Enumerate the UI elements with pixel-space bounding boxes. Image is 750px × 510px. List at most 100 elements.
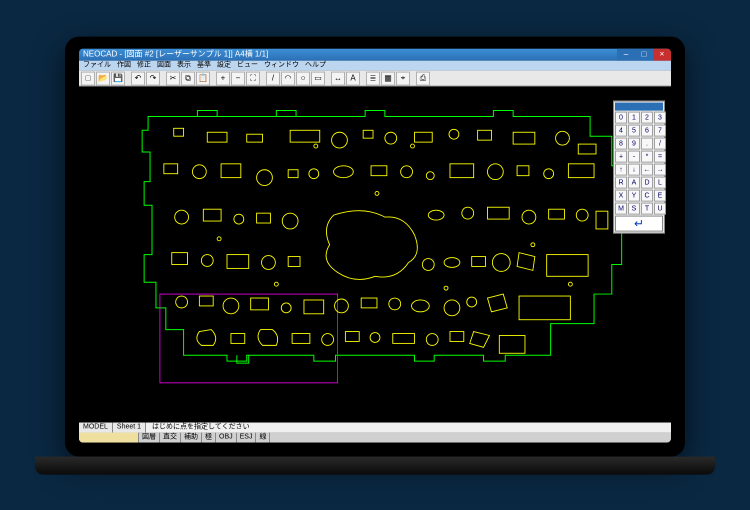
drawing-canvas[interactable]	[79, 87, 671, 423]
palette-btn--[interactable]: -	[628, 151, 640, 163]
palette-btn-↑[interactable]: ↑	[615, 164, 627, 176]
menu-item-0[interactable]: ファイル	[83, 61, 111, 71]
redo-icon[interactable]: ↷	[146, 71, 160, 85]
palette-btn-D[interactable]: D	[641, 177, 653, 189]
palette-btn-=[interactable]: =	[654, 151, 666, 163]
menu-item-8[interactable]: ウィンドウ	[264, 61, 299, 71]
dim-icon[interactable]: ↔	[331, 71, 345, 85]
status-toggle-2[interactable]: 補助	[181, 433, 202, 443]
palette-btn-3[interactable]: 3	[654, 112, 666, 124]
palette-btn-2[interactable]: 2	[641, 112, 653, 124]
toolbar-sep	[261, 71, 265, 85]
palette-btn-E[interactable]: E	[654, 190, 666, 202]
palette-btn-6[interactable]: 6	[641, 125, 653, 137]
circle-icon[interactable]: ○	[296, 71, 310, 85]
menu-item-2[interactable]: 修正	[137, 61, 151, 71]
palette-btn-4[interactable]: 4	[615, 125, 627, 137]
new-icon[interactable]: □	[81, 71, 95, 85]
palette-btn-↓[interactable]: ↓	[628, 164, 640, 176]
app-window: NEOCAD - [図面 #2 [レーザーサンプル 1]] A4横 1/1] –…	[79, 49, 671, 443]
palette-titlebar[interactable]	[615, 103, 663, 111]
save-icon[interactable]: 💾	[111, 71, 125, 85]
status-row-1: MODEL Sheet 1 はじめに点を指定してください	[79, 423, 671, 433]
copy-icon[interactable]: ⧉	[181, 71, 195, 85]
palette-btn-T[interactable]: T	[641, 203, 653, 215]
menu-item-5[interactable]: 基準	[197, 61, 211, 71]
close-button[interactable]: ×	[653, 49, 671, 61]
status-coord	[79, 433, 139, 443]
arc-icon[interactable]: ◠	[281, 71, 295, 85]
menu-item-3[interactable]: 図面	[157, 61, 171, 71]
palette-btn-+[interactable]: +	[615, 151, 627, 163]
status-toggle-1[interactable]: 直交	[160, 433, 181, 443]
line-icon[interactable]: /	[266, 71, 280, 85]
palette-btn-R[interactable]: R	[615, 177, 627, 189]
menu-item-1[interactable]: 作図	[117, 61, 131, 71]
palette-btn-X[interactable]: X	[615, 190, 627, 202]
open-icon[interactable]: 📂	[96, 71, 110, 85]
zoom-out-icon[interactable]: −	[231, 71, 245, 85]
toolbar-sep	[326, 71, 330, 85]
palette-btn-L[interactable]: L	[654, 177, 666, 189]
palette-btn-.[interactable]: .	[641, 138, 653, 150]
print-icon[interactable]: ⎙	[416, 71, 430, 85]
undo-icon[interactable]: ↶	[131, 71, 145, 85]
status-toggle-0[interactable]: 図層	[139, 433, 160, 443]
floor-plan-outline	[142, 111, 622, 364]
toolbar: □📂💾 ↶↷ ✂⧉📋 +−⛶ /◠○▭ ↔A ≣▦⌖ ⎙	[79, 71, 671, 87]
zoom-fit-icon[interactable]: ⛶	[246, 71, 260, 85]
command-prompt: はじめに点を指定してください	[146, 423, 671, 433]
palette-btn-C[interactable]: C	[641, 190, 653, 202]
menu-item-9[interactable]: ヘルプ	[305, 61, 326, 71]
status-tab-sheet1[interactable]: Sheet 1	[113, 423, 146, 433]
menu-item-7[interactable]: ビュー	[237, 61, 258, 71]
layer-icon[interactable]: ≣	[366, 71, 380, 85]
snap-icon[interactable]: ⌖	[396, 71, 410, 85]
title-bar: NEOCAD - [図面 #2 [レーザーサンプル 1]] A4横 1/1] –…	[79, 49, 671, 61]
interior-shapes	[164, 128, 608, 353]
minimize-button[interactable]: –	[617, 49, 635, 61]
selection-box	[160, 294, 338, 383]
palette-enter-button[interactable]: ↵	[615, 216, 663, 232]
grid-icon[interactable]: ▦	[381, 71, 395, 85]
palette-btn-1[interactable]: 1	[628, 112, 640, 124]
palette-btn-U[interactable]: U	[654, 203, 666, 215]
palette-btn-Y[interactable]: Y	[628, 190, 640, 202]
toolbar-sep	[361, 71, 365, 85]
toolbar-sep	[411, 71, 415, 85]
toolbar-sep	[126, 71, 130, 85]
palette-btn-A[interactable]: A	[628, 177, 640, 189]
palette-btn-*[interactable]: *	[641, 151, 653, 163]
window-buttons: – □ ×	[617, 49, 671, 61]
menu-bar: ファイル作図修正図面表示基準設定ビューウィンドウヘルプ	[79, 61, 671, 71]
menu-item-4[interactable]: 表示	[177, 61, 191, 71]
rect-icon[interactable]: ▭	[311, 71, 325, 85]
paste-icon[interactable]: 📋	[196, 71, 210, 85]
palette-btn-0[interactable]: 0	[615, 112, 627, 124]
palette-btn-→[interactable]: →	[654, 164, 666, 176]
zoom-in-icon[interactable]: +	[216, 71, 230, 85]
maximize-button[interactable]: □	[635, 49, 653, 61]
status-row-2: 図層直交補助極OBJESJ線	[79, 433, 671, 443]
palette-btn-5[interactable]: 5	[628, 125, 640, 137]
palette-btn-9[interactable]: 9	[628, 138, 640, 150]
palette-btn-←[interactable]: ←	[641, 164, 653, 176]
menu-item-6[interactable]: 設定	[217, 61, 231, 71]
palette-btn-S[interactable]: S	[628, 203, 640, 215]
palette-btn-/[interactable]: /	[654, 138, 666, 150]
cut-icon[interactable]: ✂	[166, 71, 180, 85]
numeric-palette: 0123 4567 89./ +-*= ↑↓←→ RADL XYCE MSTU ↵	[613, 101, 665, 234]
palette-btn-M[interactable]: M	[615, 203, 627, 215]
palette-btn-7[interactable]: 7	[654, 125, 666, 137]
text-icon[interactable]: A	[346, 71, 360, 85]
app-title: NEOCAD - [図面 #2 [レーザーサンプル 1]] A4横 1/1]	[83, 50, 268, 59]
status-toggle-3[interactable]: 極	[202, 433, 216, 443]
status-toggle-5[interactable]: ESJ	[237, 433, 257, 443]
status-toggle-6[interactable]: 線	[256, 433, 270, 443]
toolbar-sep	[211, 71, 215, 85]
status-tab-model[interactable]: MODEL	[79, 423, 113, 433]
laptop-base	[35, 457, 715, 475]
toolbar-sep	[161, 71, 165, 85]
status-toggle-4[interactable]: OBJ	[216, 433, 237, 443]
palette-btn-8[interactable]: 8	[615, 138, 627, 150]
